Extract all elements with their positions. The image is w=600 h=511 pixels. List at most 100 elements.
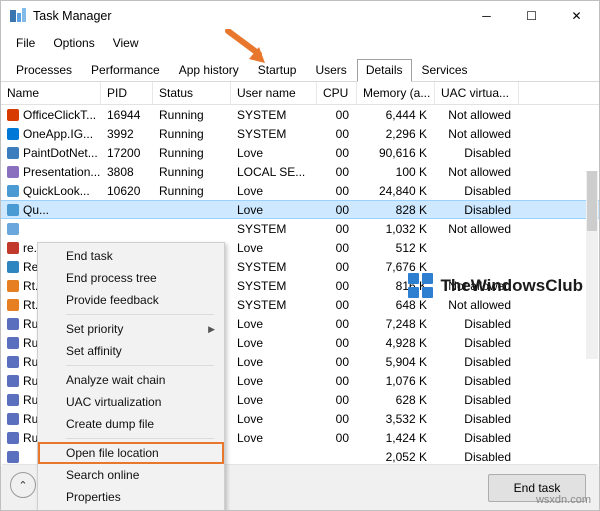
- context-menu-item-create-dump-file[interactable]: Create dump file: [38, 413, 224, 435]
- context-menu-item-label: Properties: [66, 490, 121, 504]
- tab-label: Details: [365, 63, 403, 77]
- tab-details[interactable]: Details: [356, 59, 412, 82]
- cell-memory: 3,532 K: [385, 411, 427, 426]
- cell-cpu: 00: [335, 145, 349, 160]
- vertical-scrollbar[interactable]: [586, 171, 598, 359]
- column-header-name[interactable]: Name: [1, 82, 101, 104]
- tab-label: Processes: [16, 63, 73, 77]
- process-icon: [7, 298, 19, 311]
- process-name: Qu...: [23, 202, 50, 217]
- context-menu-separator: [66, 438, 214, 439]
- context-menu[interactable]: End task End process tree Provide feedback…: [37, 242, 225, 510]
- cell-pid: 3808: [107, 164, 134, 179]
- cell-memory: 4,928 K: [385, 335, 427, 350]
- context-menu-item-end-task[interactable]: End task: [38, 245, 224, 267]
- process-icon: [7, 393, 19, 406]
- context-menu-item-label: Set affinity: [66, 344, 122, 358]
- cell-user: Love: [237, 335, 264, 350]
- context-menu-item-search-online[interactable]: Search online: [38, 464, 224, 486]
- context-menu-item-label: Create dump file: [66, 417, 155, 431]
- context-menu-item-end-process-tree[interactable]: End process tree: [38, 267, 224, 289]
- cell-cpu: 00: [335, 335, 349, 350]
- cell-pid: 10620: [107, 183, 141, 198]
- cell-status: Running: [159, 145, 204, 160]
- tab-strip: Processes Performance App history Startup Us…: [1, 55, 599, 82]
- context-menu-item-label: Set priority: [66, 322, 124, 336]
- context-menu-item-open-file-location[interactable]: Open file location: [38, 442, 224, 464]
- tab-processes[interactable]: Processes: [7, 59, 81, 81]
- cell-status: Running: [159, 183, 204, 198]
- tab-users[interactable]: Users: [306, 59, 355, 81]
- column-header-pid[interactable]: PID: [101, 82, 153, 104]
- context-menu-item-provide-feedback[interactable]: Provide feedback: [38, 289, 224, 311]
- cell-uac: Disabled: [464, 183, 511, 198]
- cell-user: SYSTEM: [237, 297, 287, 312]
- cell-user: SYSTEM: [237, 126, 287, 141]
- context-menu-item-set-priority[interactable]: Set priority ▶: [38, 318, 224, 340]
- cell-user: Love: [237, 183, 264, 198]
- cell-name: [1, 222, 101, 235]
- column-header-user-name[interactable]: User name: [231, 82, 317, 104]
- table-row[interactable]: SYSTEM 00 1,032 K Not allowed: [1, 219, 599, 238]
- column-header-memory-a[interactable]: Memory (a...: [357, 82, 435, 104]
- table-row[interactable]: QuickLook... 10620 Running Love 00 24,840 K Di…: [1, 181, 599, 200]
- process-icon: [7, 184, 19, 197]
- column-header-status[interactable]: Status: [153, 82, 231, 104]
- cell-status: Running: [159, 126, 204, 141]
- cell-cpu: 00: [335, 126, 349, 141]
- cell-uac: Disabled: [464, 335, 511, 350]
- tab-label: Users: [315, 63, 347, 77]
- cell-cpu: 00: [335, 164, 349, 179]
- task-manager-icon: [10, 8, 26, 24]
- cell-cpu: 00: [335, 316, 349, 331]
- cell-user: Love: [237, 373, 264, 388]
- table-row[interactable]: OneApp.IG... 3992 Running SYSTEM 00 2,296 K No…: [1, 124, 599, 143]
- cell-uac: Disabled: [464, 145, 511, 160]
- process-name: Presentation...: [23, 164, 101, 179]
- cell-memory: 648 K: [395, 297, 427, 312]
- cell-pid: 17200: [107, 145, 141, 160]
- cell-uac: Not allowed: [448, 221, 511, 236]
- context-menu-item-properties[interactable]: Properties: [38, 486, 224, 508]
- maximize-button[interactable]: ☐: [509, 1, 554, 31]
- cell-memory: 1,076 K: [385, 373, 427, 388]
- cell-memory: 1,424 K: [385, 430, 427, 445]
- column-header-cpu[interactable]: CPU: [317, 82, 357, 104]
- process-icon: [7, 108, 19, 121]
- tab-performance[interactable]: Performance: [82, 59, 169, 81]
- context-menu-item-set-affinity[interactable]: Set affinity: [38, 340, 224, 362]
- table-row[interactable]: PaintDotNet... 17200 Running Love 00 90,616 K…: [1, 143, 599, 162]
- cell-name: OfficeClickT...: [1, 108, 101, 122]
- scrollbar-thumb[interactable]: [587, 171, 597, 231]
- cell-pid: 3992: [107, 126, 134, 141]
- fewer-details-button[interactable]: ⌃: [10, 472, 36, 498]
- cell-user: Love: [237, 316, 264, 331]
- cell-memory: 5,904 K: [385, 354, 427, 369]
- process-icon: [7, 165, 19, 178]
- table-row[interactable]: OfficeClickT... 16944 Running SYSTEM 00 6,444…: [1, 105, 599, 124]
- minimize-button[interactable]: ─: [464, 1, 509, 31]
- menu-item-view[interactable]: View: [104, 33, 148, 53]
- title-bar: Task Manager ─ ☐ ✕: [1, 1, 599, 31]
- tab-services[interactable]: Services: [413, 59, 477, 81]
- table-row[interactable]: Presentation... 3808 Running LOCAL SE... 00 1…: [1, 162, 599, 181]
- tab-label: Services: [421, 63, 468, 77]
- context-menu-item-label: UAC virtualization: [66, 395, 162, 409]
- process-icon: [7, 336, 19, 349]
- cell-user: Love: [237, 354, 264, 369]
- process-icon: [7, 431, 19, 444]
- table-row[interactable]: Qu... Love 00 828 K Disabled: [1, 200, 599, 219]
- context-menu-item-analyze-wait-chain[interactable]: Analyze wait chain: [38, 369, 224, 391]
- close-icon: ✕: [571, 9, 582, 23]
- context-menu-item-uac-virtualization[interactable]: UAC virtualization: [38, 391, 224, 413]
- menu-item-options[interactable]: Options: [44, 33, 103, 53]
- cell-user: LOCAL SE...: [237, 164, 306, 179]
- close-button[interactable]: ✕: [554, 1, 599, 31]
- menu-item-file[interactable]: File: [7, 33, 44, 53]
- column-header-uac-virtua[interactable]: UAC virtua...: [435, 82, 519, 104]
- cell-cpu: 00: [335, 240, 349, 255]
- cell-name: PaintDotNet...: [1, 146, 101, 160]
- end-task-label: End task: [513, 481, 561, 495]
- tab-label: Performance: [91, 63, 160, 77]
- cell-user: Love: [237, 430, 264, 445]
